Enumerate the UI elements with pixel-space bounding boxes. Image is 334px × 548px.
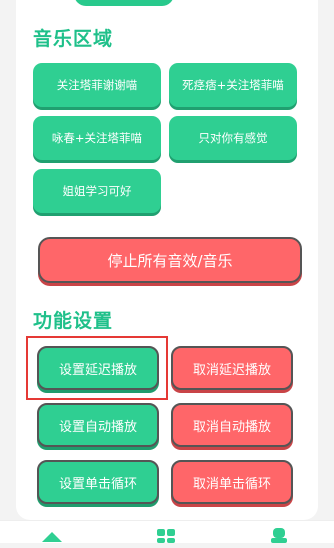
cancel-delay-play-button[interactable]: 取消延迟播放 (171, 346, 293, 390)
set-click-loop-button[interactable]: 设置单击循环 (37, 460, 159, 504)
set-auto-play-button[interactable]: 设置自动播放 (37, 403, 159, 447)
music-tile-3[interactable]: 咏春+关注塔菲喵 (33, 116, 161, 160)
grid-icon[interactable] (156, 527, 176, 547)
music-section-title: 音乐区域 (33, 28, 114, 50)
previous-button-bottom[interactable] (74, 0, 174, 6)
home-icon[interactable] (40, 529, 64, 548)
user-icon[interactable] (270, 527, 288, 547)
bottom-tab-bar (0, 520, 334, 543)
cancel-click-loop-button[interactable]: 取消单击循环 (171, 460, 293, 504)
music-tile-5[interactable]: 姐姐学习可好 (33, 169, 161, 213)
set-delay-play-button[interactable]: 设置延迟播放 (37, 346, 159, 390)
function-section-title: 功能设置 (33, 310, 114, 332)
music-tile-2[interactable]: 死痉痞+关注塔菲喵 (169, 63, 297, 107)
music-tile-1[interactable]: 关注塔菲谢谢喵 (33, 63, 161, 107)
cancel-auto-play-button[interactable]: 取消自动播放 (171, 403, 293, 447)
stop-all-audio-button[interactable]: 停止所有音效/音乐 (38, 237, 302, 283)
music-tile-4[interactable]: 只对你有感觉 (169, 116, 297, 160)
